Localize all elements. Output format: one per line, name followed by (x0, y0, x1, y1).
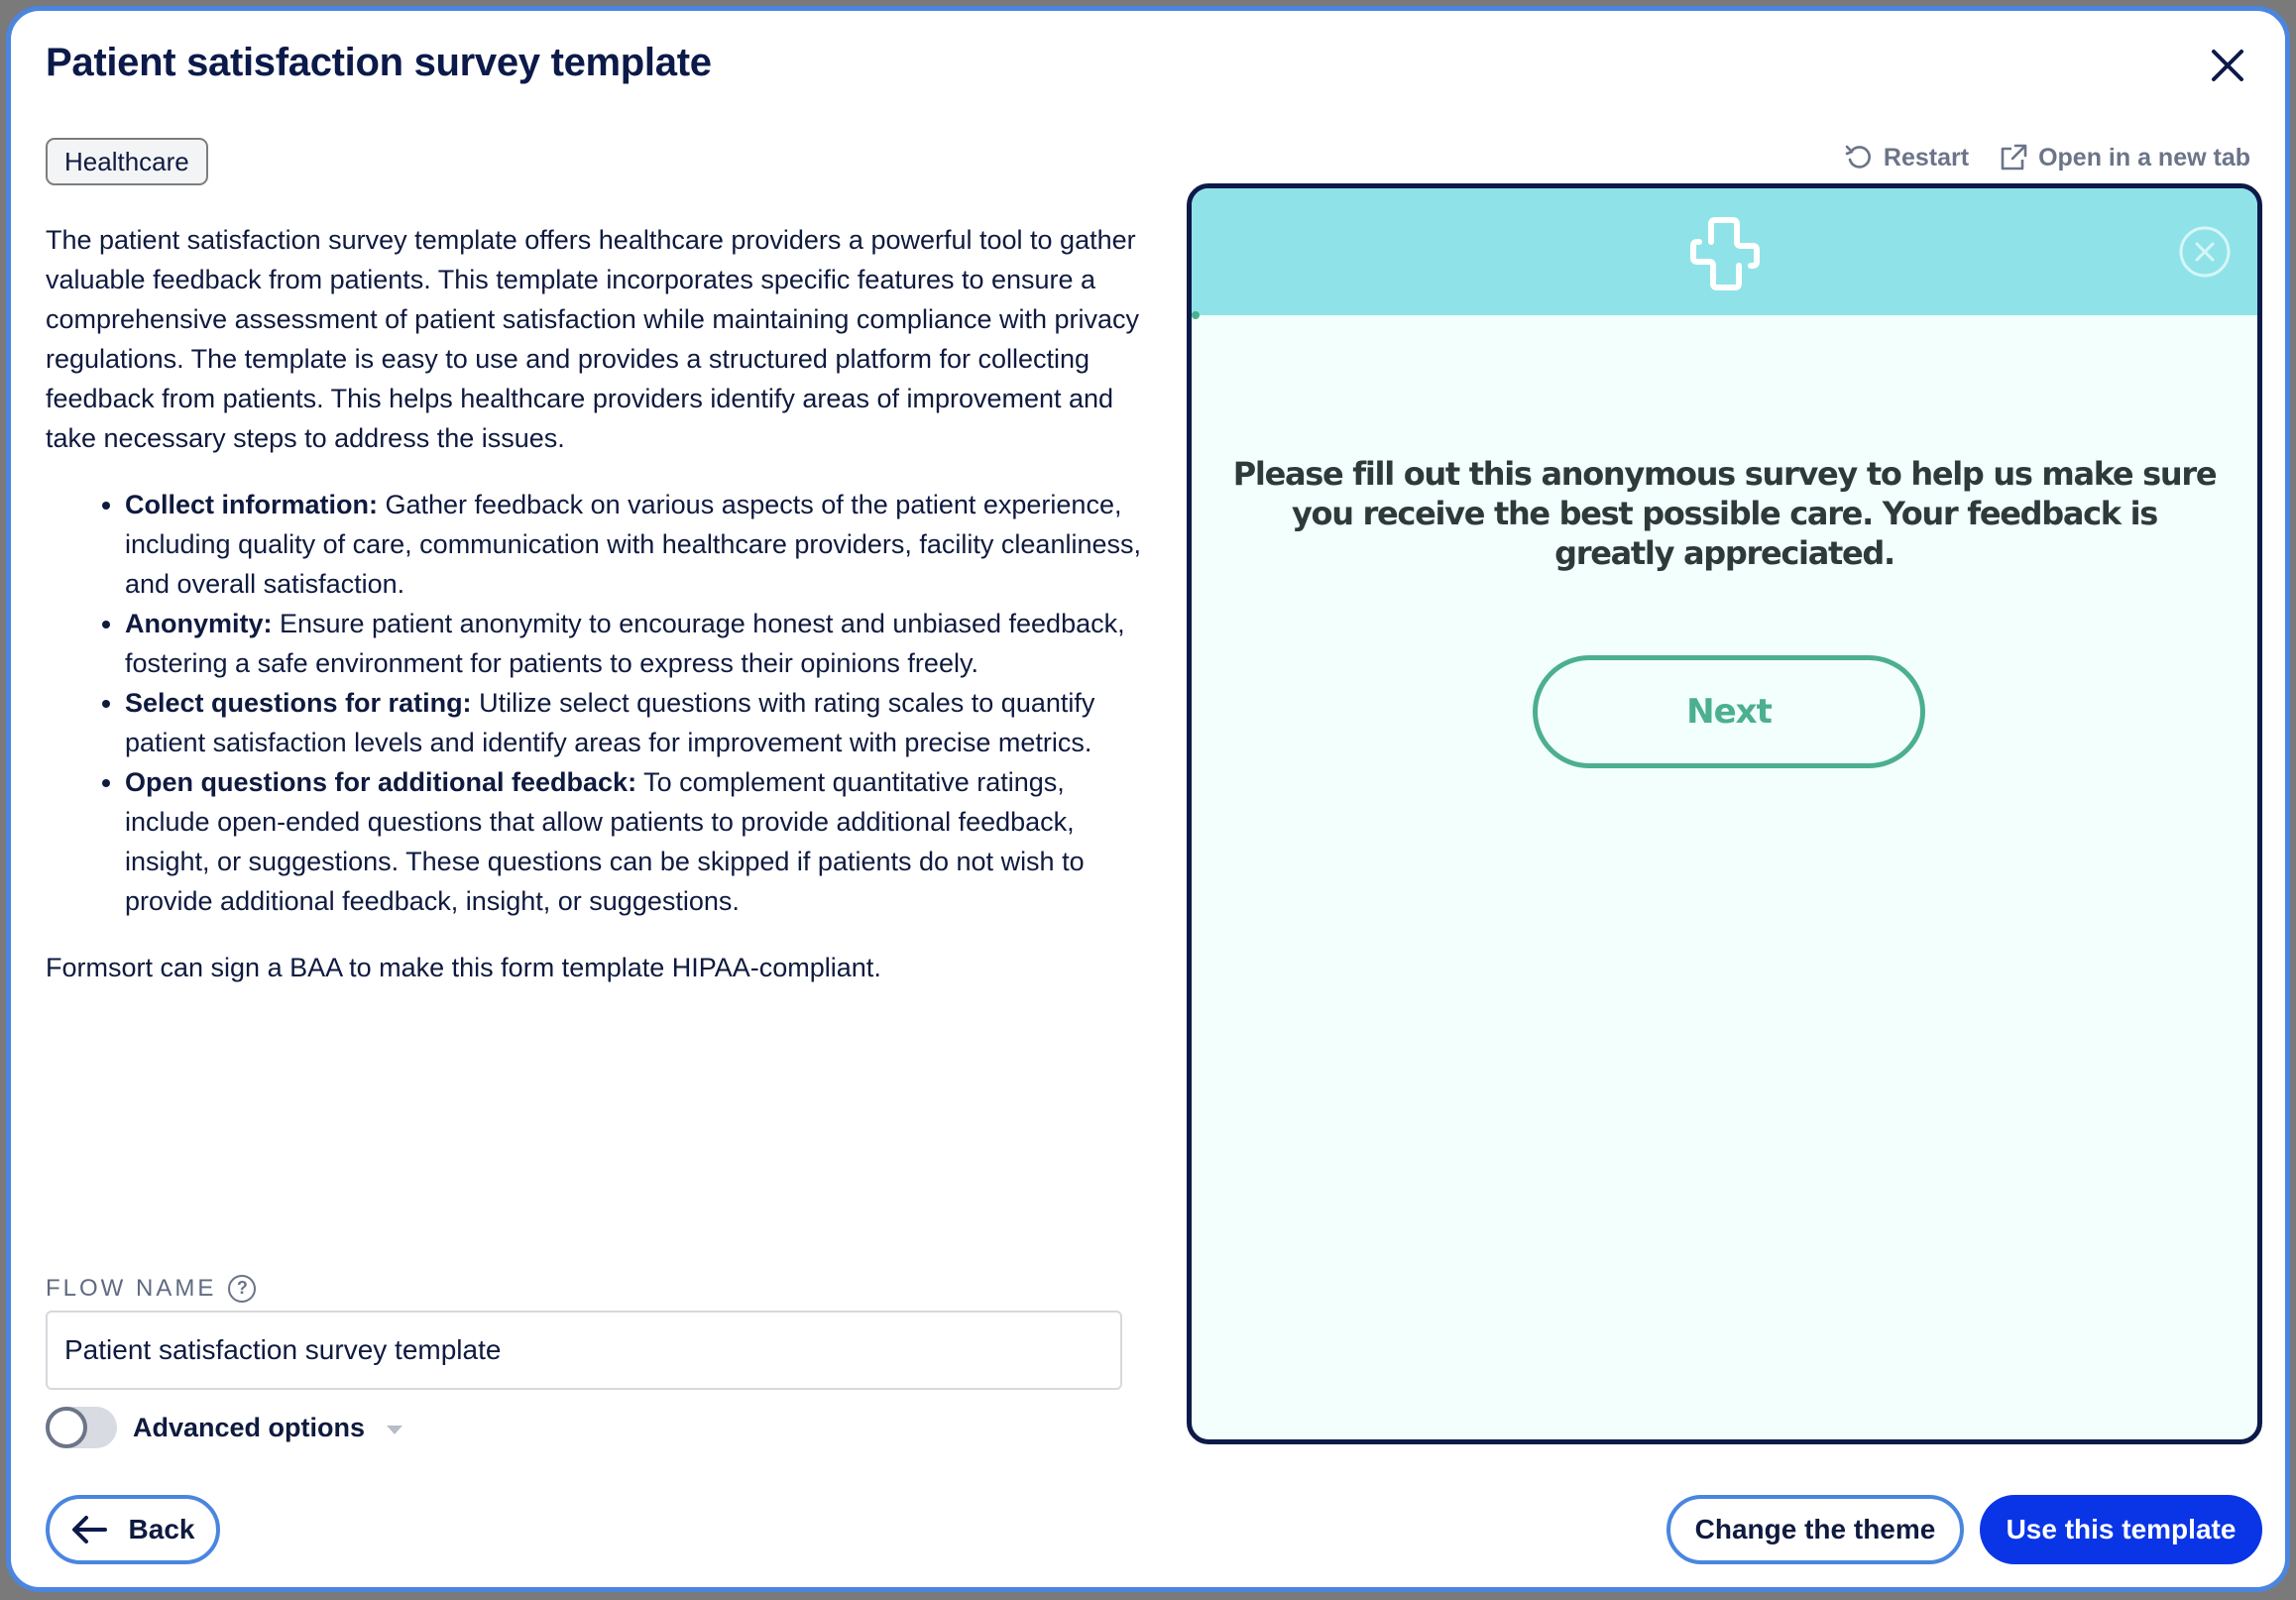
close-circle-icon (2179, 226, 2231, 278)
template-modal: Patient satisfaction survey template Hea… (6, 6, 2290, 1592)
preview-actions: Restart Open in a new tab (1844, 143, 2250, 172)
chevron-down-icon[interactable] (387, 1425, 403, 1434)
help-icon[interactable]: ? (228, 1275, 257, 1303)
back-button[interactable]: Back (46, 1495, 220, 1564)
restart-button[interactable]: Restart (1844, 143, 1969, 172)
category-tag[interactable]: Healthcare (46, 138, 208, 185)
feature-item: Collect information: Gather feedback on … (125, 485, 1146, 604)
flow-name-input[interactable] (46, 1311, 1122, 1390)
feature-list: Collect information: Gather feedback on … (46, 485, 1146, 921)
advanced-options-toggle[interactable] (46, 1407, 117, 1448)
hipaa-note: Formsort can sign a BAA to make this for… (46, 953, 881, 982)
modal-title: Patient satisfaction survey template (46, 41, 712, 84)
advanced-options: Advanced options (46, 1407, 403, 1448)
arrow-left-icon (71, 1516, 107, 1543)
next-button[interactable]: Next (1533, 655, 1925, 768)
progress-indicator (1192, 311, 1200, 319)
restart-icon (1845, 145, 1871, 169)
medical-cross-logo-icon (1689, 217, 1760, 290)
close-icon (2212, 50, 2243, 81)
description-intro: The patient satisfaction survey template… (46, 225, 1140, 453)
feature-item: Select questions for rating: Utilize sel… (125, 683, 1146, 762)
form-preview: Please fill out this anonymous survey to… (1187, 183, 2262, 1444)
feature-item: Anonymity: Ensure patient anonymity to e… (125, 604, 1146, 683)
template-description: The patient satisfaction survey template… (46, 220, 1146, 987)
flow-name-label-text: FLOW NAME (46, 1275, 217, 1302)
feature-title: Select questions for rating: (125, 688, 472, 718)
preview-close-button[interactable] (2178, 225, 2232, 279)
feature-title: Collect information: (125, 490, 378, 519)
flow-name-label: FLOW NAME ? (46, 1275, 257, 1303)
restart-label: Restart (1883, 143, 1970, 171)
feature-item: Open questions for additional feedback: … (125, 762, 1146, 921)
use-template-button[interactable]: Use this template (1980, 1495, 2262, 1564)
preview-header (1192, 188, 2257, 315)
change-theme-button[interactable]: Change the theme (1666, 1495, 1964, 1564)
advanced-options-label[interactable]: Advanced options (133, 1413, 365, 1443)
open-new-tab-button[interactable]: Open in a new tab (1999, 143, 2250, 172)
feature-title: Anonymity: (125, 609, 273, 638)
open-new-tab-label: Open in a new tab (2038, 143, 2250, 171)
feature-title: Open questions for additional feedback: (125, 767, 637, 797)
toggle-knob (46, 1407, 87, 1448)
feature-text: Ensure patient anonymity to encourage ho… (125, 609, 1125, 678)
back-button-label: Back (128, 1514, 195, 1544)
survey-intro-text: Please fill out this anonymous survey to… (1232, 455, 2218, 572)
close-button[interactable] (2208, 46, 2247, 85)
external-link-icon (2001, 144, 2027, 171)
